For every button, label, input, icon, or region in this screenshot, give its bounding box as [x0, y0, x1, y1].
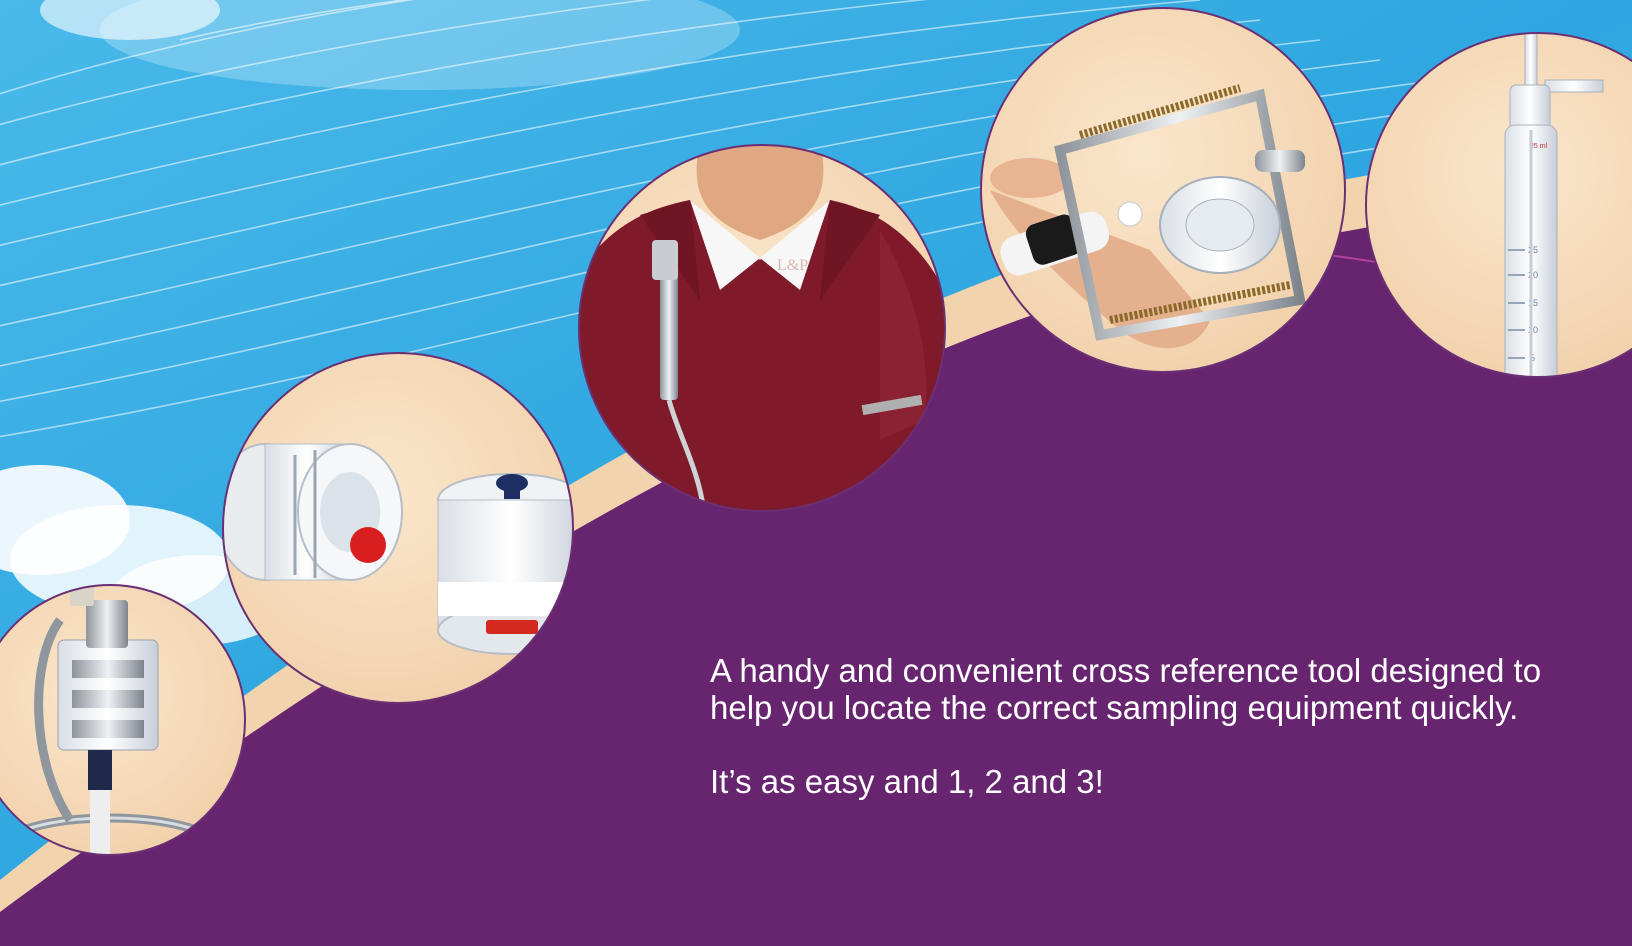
svg-text:25 ml: 25 ml: [1530, 143, 1548, 150]
photo-cassette-holder-clamp: [980, 7, 1346, 373]
tagline-text: It’s as easy and 1, 2 and 3!: [710, 763, 1104, 800]
description-text: A handy and convenient cross reference t…: [710, 652, 1542, 726]
svg-text:L&P: L&P: [777, 257, 808, 274]
intro-text-block: A handy and convenient cross reference t…: [710, 652, 1570, 800]
brochure-artwork: L&P 25 20 15 10 5 25 ml: [0, 0, 1632, 946]
